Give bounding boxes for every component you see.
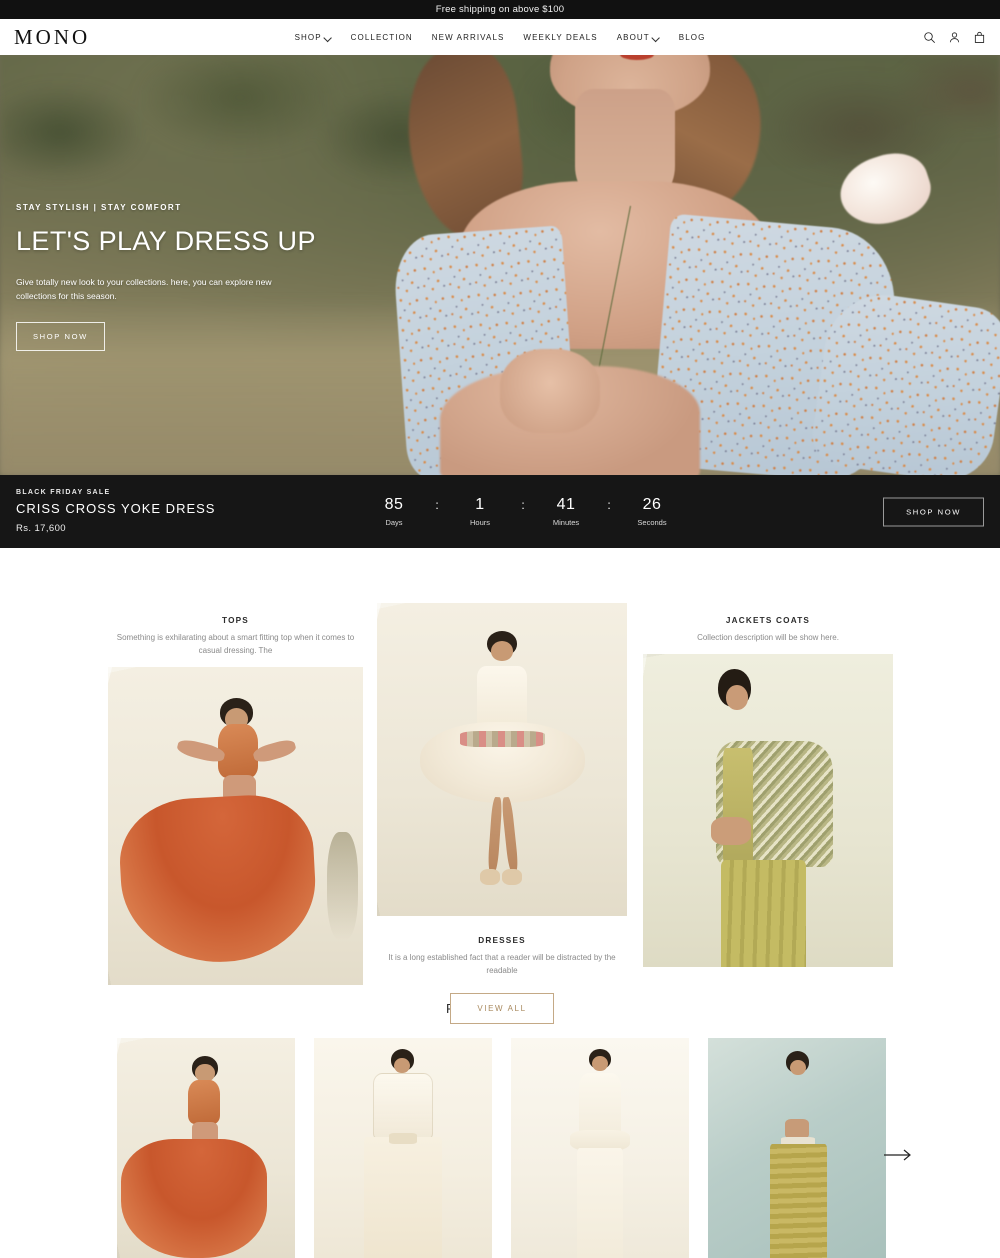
product-card-olive-metallic-crop-skirt[interactable] bbox=[708, 1038, 886, 1258]
waist-belt bbox=[388, 1132, 418, 1144]
countdown-days-label: Days bbox=[385, 518, 403, 528]
countdown-seconds-value: 26 bbox=[642, 495, 662, 513]
olive-metallic-crop-top bbox=[781, 1075, 813, 1121]
product-card-ivory-sheer-shirt-skirt[interactable] bbox=[314, 1038, 492, 1258]
nav-label: BLOG bbox=[678, 32, 706, 42]
cream-halter-bodice bbox=[578, 1073, 622, 1140]
olive-trousers bbox=[720, 860, 806, 967]
countdown-hours-value: 1 bbox=[475, 495, 485, 513]
deal-product-price: Rs. 17,600 bbox=[16, 523, 66, 534]
nav-item-about[interactable]: ABOUT bbox=[617, 33, 660, 42]
countdown-separator: : bbox=[435, 497, 439, 512]
collection-title: JACKETS COATS bbox=[725, 616, 811, 625]
announcement-bar: Free shipping on above $100 bbox=[0, 0, 1000, 19]
model-hands bbox=[710, 816, 751, 845]
olive-shirt bbox=[723, 747, 753, 867]
nav-item-collection[interactable]: COLLECTION bbox=[351, 33, 413, 42]
collection-image-tops[interactable] bbox=[108, 666, 363, 985]
orange-halter-top bbox=[217, 723, 259, 778]
nav-label: SHOP bbox=[294, 32, 322, 42]
view-all-wrapper: VIEW ALL bbox=[377, 992, 627, 1024]
collection-description: Something is exhilarating about a smart … bbox=[116, 633, 355, 655]
cream-long-skirt bbox=[576, 1148, 624, 1258]
account-icon[interactable] bbox=[948, 31, 961, 44]
product-card-orange-halter-skirt-set[interactable] bbox=[117, 1038, 295, 1258]
nav-label: WEEKLY DEALS bbox=[523, 32, 598, 42]
deal-product-name: CRISS CROSS YOKE DRESS bbox=[16, 501, 216, 516]
cart-icon[interactable] bbox=[973, 31, 986, 44]
hero-eyebrow: STAY STYLISH | STAY COMFORT bbox=[16, 203, 182, 212]
nav-item-shop[interactable]: SHOP bbox=[295, 33, 332, 42]
countdown-hours: 1 Hours bbox=[452, 496, 508, 528]
countdown-separator: : bbox=[521, 497, 525, 512]
site-logo[interactable]: MONO bbox=[14, 26, 90, 48]
model-shoe-left bbox=[479, 869, 500, 885]
white-dress-bodice bbox=[477, 665, 527, 729]
nav-label: COLLECTION bbox=[350, 32, 413, 42]
chevron-down-icon bbox=[325, 34, 332, 41]
header-actions bbox=[923, 31, 986, 44]
nav-label: NEW ARRIVALS bbox=[431, 32, 505, 42]
dried-branches bbox=[327, 831, 358, 941]
product-card-cream-halter-layered-gown[interactable] bbox=[511, 1038, 689, 1258]
carousel-next-button[interactable] bbox=[884, 1148, 912, 1162]
hero-shop-now-button[interactable]: SHOP NOW bbox=[16, 321, 105, 351]
orange-flowing-skirt bbox=[120, 1139, 267, 1258]
model-face bbox=[490, 640, 514, 661]
black-friday-deal-banner: BLACK FRIDAY SALE CRISS CROSS YOKE DRESS… bbox=[0, 475, 1000, 548]
skirt-trim-panel bbox=[459, 731, 545, 747]
collection-card-jackets-coats[interactable]: JACKETS COATS Collection description wil… bbox=[643, 616, 893, 967]
deal-kicker: BLACK FRIDAY SALE bbox=[16, 489, 111, 496]
model-hand bbox=[500, 349, 600, 433]
people-pick-section: PEOPLE PICK bbox=[0, 1001, 1000, 1258]
countdown-days: 85 Days bbox=[366, 496, 422, 528]
deal-shop-now-button[interactable]: SHOP NOW bbox=[883, 497, 984, 526]
countdown-minutes-value: 41 bbox=[556, 495, 576, 513]
sheer-shirt bbox=[372, 1073, 434, 1140]
collection-card-dresses[interactable]: DRESSES It is a long established fact th… bbox=[377, 603, 627, 1024]
nav-item-blog[interactable]: BLOG bbox=[679, 33, 706, 42]
collection-description: Collection description will be show here… bbox=[697, 633, 839, 642]
model-shoe-right bbox=[502, 869, 522, 885]
deal-product-info: BLACK FRIDAY SALE CRISS CROSS YOKE DRESS… bbox=[16, 489, 346, 534]
collection-title: TOPS bbox=[222, 616, 249, 625]
countdown-timer: 85 Days : 1 Hours : 41 Minutes : 26 Seco… bbox=[366, 496, 680, 528]
collection-description: It is a long established fact that a rea… bbox=[388, 953, 616, 975]
site-header: MONO SHOP COLLECTION NEW ARRIVALS WEEKLY… bbox=[0, 19, 1000, 55]
ivory-long-skirt bbox=[363, 1137, 443, 1258]
nav-label: ABOUT bbox=[616, 32, 650, 42]
collection-title: DRESSES bbox=[478, 936, 526, 945]
countdown-minutes-label: Minutes bbox=[552, 518, 580, 528]
nav-item-new-arrivals[interactable]: NEW ARRIVALS bbox=[432, 33, 505, 42]
model-face bbox=[591, 1055, 608, 1071]
main-navigation: SHOP COLLECTION NEW ARRIVALS WEEKLY DEAL… bbox=[295, 33, 706, 42]
hero-banner: STAY STYLISH | STAY COMFORT LET'S PLAY D… bbox=[0, 55, 1000, 475]
olive-metallic-skirt bbox=[770, 1143, 828, 1258]
hero-content: STAY STYLISH | STAY COMFORT LET'S PLAY D… bbox=[16, 203, 316, 351]
collection-image-jackets[interactable] bbox=[643, 653, 893, 967]
countdown-separator: : bbox=[607, 497, 611, 512]
countdown-hours-label: Hours bbox=[469, 518, 490, 528]
orange-halter-top bbox=[188, 1079, 221, 1124]
countdown-days-value: 85 bbox=[384, 495, 404, 513]
collection-image-dresses[interactable] bbox=[377, 603, 627, 916]
countdown-minutes: 41 Minutes bbox=[538, 496, 594, 528]
model-face bbox=[394, 1057, 411, 1074]
nav-item-weekly-deals[interactable]: WEEKLY DEALS bbox=[523, 33, 597, 42]
hero-subtitle: Give totally new look to your collection… bbox=[16, 276, 272, 302]
countdown-seconds-label: Seconds bbox=[637, 518, 667, 528]
view-all-button[interactable]: VIEW ALL bbox=[450, 992, 554, 1024]
chevron-down-icon bbox=[653, 34, 660, 41]
model-face bbox=[789, 1060, 806, 1076]
announcement-text: Free shipping on above $100 bbox=[435, 4, 565, 15]
collections-section: TOPS Something is exhilarating about a s… bbox=[0, 603, 1000, 1024]
white-rose bbox=[831, 143, 939, 236]
collection-card-tops[interactable]: TOPS Something is exhilarating about a s… bbox=[108, 616, 363, 985]
hero-title: LET'S PLAY DRESS UP bbox=[16, 226, 316, 256]
countdown-seconds: 26 Seconds bbox=[624, 496, 680, 528]
people-pick-carousel bbox=[0, 1038, 1000, 1258]
model-face bbox=[725, 685, 748, 711]
search-icon[interactable] bbox=[923, 31, 936, 44]
